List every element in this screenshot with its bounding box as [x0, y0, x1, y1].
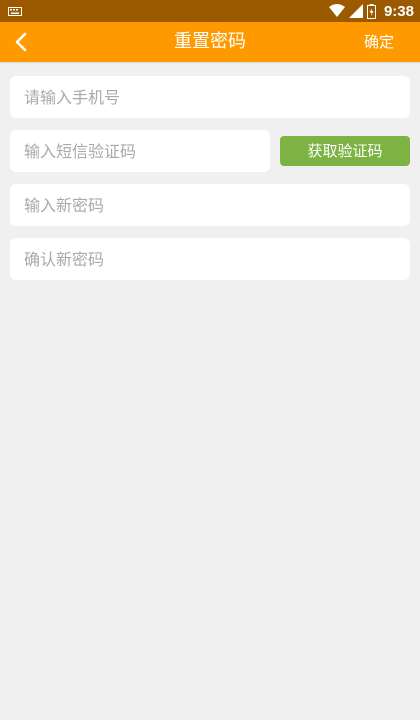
page-title: 重置密码 — [174, 31, 246, 52]
signal-icon — [348, 4, 363, 18]
new-password-field — [10, 183, 410, 227]
status-bar: 9:38 — [0, 0, 420, 22]
new-password-input[interactable] — [22, 183, 398, 227]
battery-icon — [366, 3, 376, 19]
app-bar-shadow — [0, 62, 420, 64]
phone-input[interactable] — [22, 75, 398, 119]
confirm-button[interactable]: 确定 — [364, 22, 394, 62]
sms-code-field — [10, 129, 270, 173]
confirm-password-input[interactable] — [22, 237, 398, 281]
clock: 9:38 — [383, 2, 414, 20]
keyboard-icon — [8, 7, 22, 16]
app-bar: 重置密码 确定 — [0, 22, 420, 62]
get-code-button[interactable]: 获取验证码 — [280, 136, 410, 166]
sms-code-input[interactable] — [22, 129, 258, 173]
confirm-password-field — [10, 237, 410, 281]
wifi-icon — [328, 4, 345, 17]
phone-field — [10, 75, 410, 119]
